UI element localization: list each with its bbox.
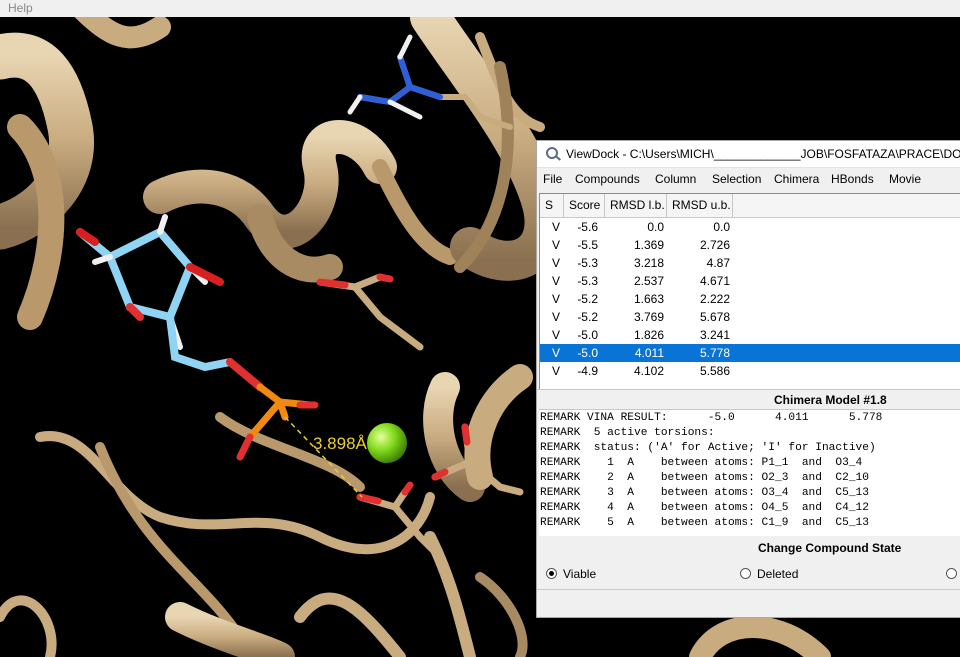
cell-score: -5.2 (577, 310, 598, 324)
cell-rmsd-ub: 2.726 (699, 238, 730, 252)
cell-rmsd-ub: 4.87 (706, 256, 730, 270)
cell-state: V (552, 310, 561, 324)
cell-score: -5.2 (577, 292, 598, 306)
cell-state: V (552, 364, 561, 378)
cell-rmsd-ub: 2.222 (699, 292, 730, 306)
table-row[interactable]: V -5.2 1.663 2.222 (540, 290, 960, 308)
table-header: S Score RMSD l.b. RMSD u.b. (540, 194, 960, 218)
cell-score: -5.6 (577, 220, 598, 234)
cell-state: V (552, 346, 561, 360)
menu-movie[interactable]: Movie (889, 172, 921, 186)
window-title: ViewDock - C:\Users\MICH\_____________JO… (566, 147, 960, 161)
cell-rmsd-ub: 0.0 (713, 220, 730, 234)
remark-line: REMARK 3 A between atoms: O3_4 and C5_13 (540, 487, 869, 499)
cell-rmsd-ub: 4.671 (699, 274, 730, 288)
remark-line: REMARK 5 active torsions: (540, 427, 715, 439)
viewdock-menubar: File Compounds Column Selection Chimera … (537, 168, 960, 191)
radio-dot (946, 568, 957, 579)
radio-dot (546, 568, 557, 579)
col-rmsd-ub[interactable]: RMSD u.b. (667, 194, 733, 217)
change-state-title: Change Compound State (758, 541, 902, 555)
cell-score: -5.5 (577, 238, 598, 252)
col-s[interactable]: S (540, 194, 564, 217)
remark-line: REMARK VINA RESULT: -5.0 4.011 5.778 (540, 412, 883, 424)
col-score[interactable]: Score (564, 194, 605, 217)
cell-state: V (552, 274, 561, 288)
cell-score: -4.9 (577, 364, 598, 378)
cell-rmsd-lb: 1.826 (633, 328, 664, 342)
col-rmsd-lb[interactable]: RMSD l.b. (605, 194, 667, 217)
help-menu[interactable]: Help (8, 1, 33, 15)
cell-state: V (552, 220, 561, 234)
cell-rmsd-lb: 1.369 (633, 238, 664, 252)
remark-text-panel[interactable]: REMARK VINA RESULT: -5.0 4.011 5.778 REMA… (539, 409, 960, 536)
cell-rmsd-lb: 3.769 (633, 310, 664, 324)
cell-rmsd-ub: 5.586 (699, 364, 730, 378)
cell-score: -5.3 (577, 256, 598, 270)
cell-score: -5.0 (577, 328, 598, 342)
radio-label: Viable (563, 567, 597, 581)
cell-rmsd-lb: 0.0 (647, 220, 664, 234)
cell-rmsd-ub: 5.678 (699, 310, 730, 324)
radio-label: Deleted (757, 567, 799, 581)
table-row[interactable]: V -5.5 1.369 2.726 (540, 236, 960, 254)
viewdock-titlebar[interactable]: ViewDock - C:\Users\MICH\_____________JO… (537, 141, 960, 168)
cell-score: -5.3 (577, 274, 598, 288)
radio-dot (740, 568, 751, 579)
search-icon (546, 147, 558, 159)
cell-rmsd-lb: 4.011 (634, 346, 664, 360)
cell-rmsd-ub: 3.241 (699, 328, 730, 342)
table-row[interactable]: V -5.0 1.826 3.241 (540, 326, 960, 344)
remark-line: REMARK 1 A between atoms: P1_1 and O3_4 (540, 457, 863, 469)
table-row[interactable]: V -5.3 3.218 4.87 (540, 254, 960, 272)
app-menubar: Help (0, 0, 960, 18)
menu-chimera[interactable]: Chimera (774, 172, 819, 186)
model-title: Chimera Model #1.8 (774, 393, 887, 407)
cell-state: V (552, 328, 561, 342)
viewdock-window: ViewDock - C:\Users\MICH\_____________JO… (536, 140, 960, 618)
remark-line: REMARK status: ('A' for Active; 'I' for … (540, 442, 876, 454)
model-header: Chimera Model #1.8 (537, 389, 960, 410)
table-row[interactable]: V -5.3 2.537 4.671 (540, 272, 960, 290)
menu-selection[interactable]: Selection (712, 172, 761, 186)
cell-rmsd-lb: 2.537 (633, 274, 664, 288)
cell-state: V (552, 238, 561, 252)
menu-hbonds[interactable]: HBonds (831, 172, 874, 186)
cell-rmsd-lb: 3.218 (633, 256, 664, 270)
magnesium-ion (367, 423, 407, 463)
table-row[interactable]: V -4.9 4.102 5.586 (540, 362, 960, 380)
remark-line: REMARK 4 A between atoms: O4_5 and C4_12 (540, 502, 869, 514)
menu-file[interactable]: File (543, 172, 562, 186)
remark-line: REMARK 2 A between atoms: O2_3 and C2_10 (540, 472, 869, 484)
viewdock-footer (537, 589, 960, 618)
table-row[interactable]: V -5.0 4.011 5.778 (540, 344, 960, 362)
table-row[interactable]: V -5.2 3.769 5.678 (540, 308, 960, 326)
cell-rmsd-lb: 1.663 (633, 292, 664, 306)
cell-state: V (552, 256, 561, 270)
cell-rmsd-ub: 5.778 (699, 346, 730, 360)
menu-column[interactable]: Column (655, 172, 696, 186)
cell-rmsd-lb: 4.102 (633, 364, 664, 378)
compounds-table[interactable]: S Score RMSD l.b. RMSD u.b. V -5.6 0.0 0.0 V… (539, 193, 960, 389)
remark-line: REMARK 5 A between atoms: C1_9 and C5_13 (540, 517, 869, 529)
distance-label: 3.898Å (313, 434, 368, 453)
cell-state: V (552, 292, 561, 306)
table-row[interactable]: V -5.6 0.0 0.0 (540, 218, 960, 236)
cell-score: -5.0 (577, 346, 598, 360)
menu-compounds[interactable]: Compounds (575, 172, 640, 186)
